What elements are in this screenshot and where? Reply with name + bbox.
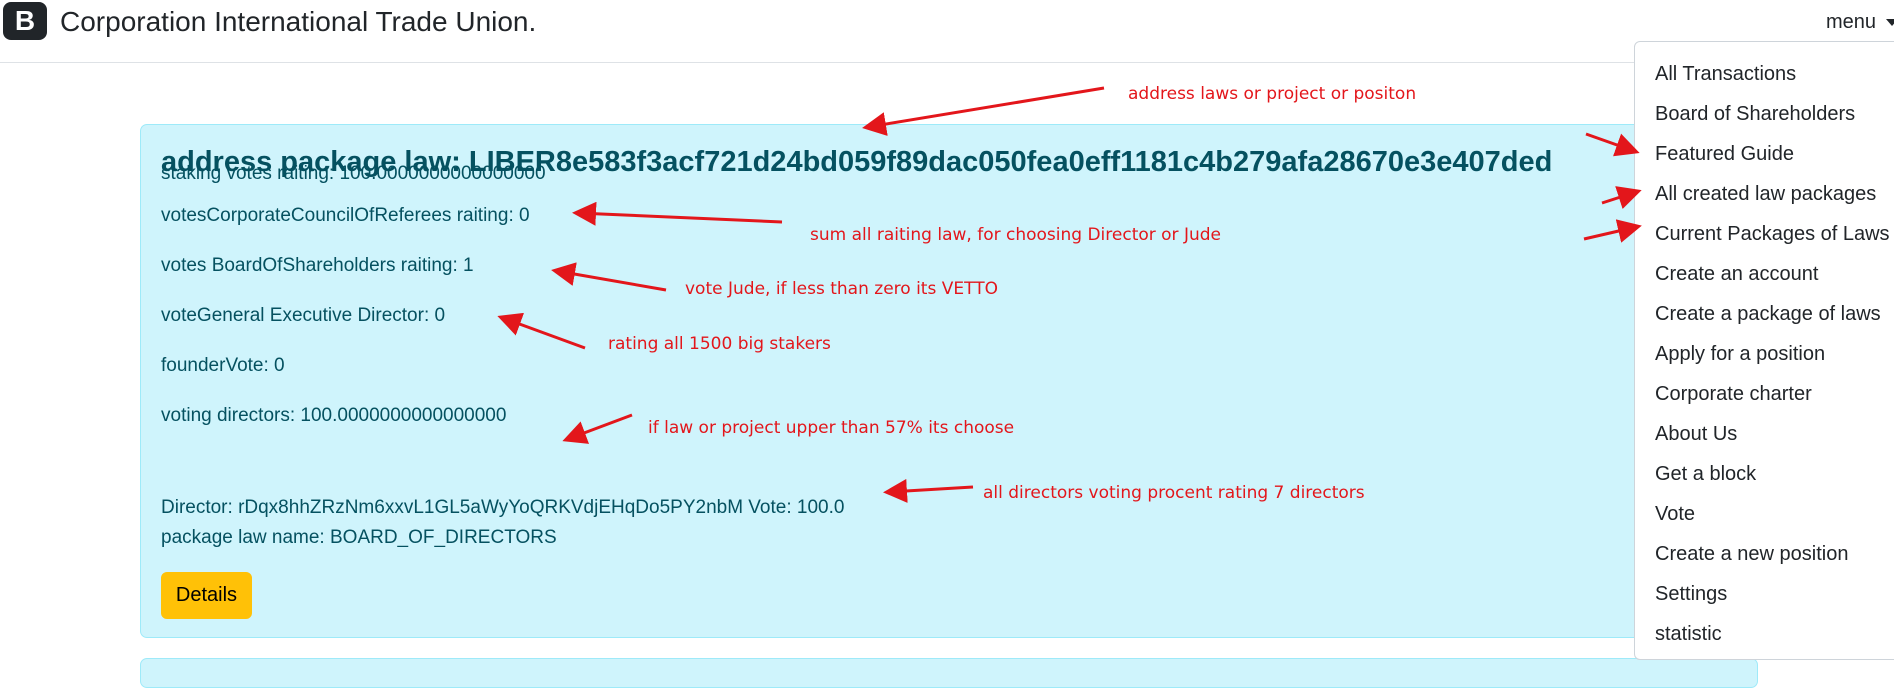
arrow-address bbox=[862, 86, 1105, 136]
arrow-all-created-law-packages bbox=[1601, 186, 1642, 209]
arrow-voting-directors bbox=[562, 413, 633, 444]
arrow-staking bbox=[572, 201, 783, 226]
arrow-director-line bbox=[883, 478, 974, 503]
annotation-arrows bbox=[497, 86, 1642, 503]
arrow-council bbox=[551, 262, 667, 292]
arrow-board bbox=[497, 312, 586, 350]
arrow-featured-guide bbox=[1585, 132, 1640, 157]
arrow-current-packages bbox=[1583, 219, 1642, 243]
